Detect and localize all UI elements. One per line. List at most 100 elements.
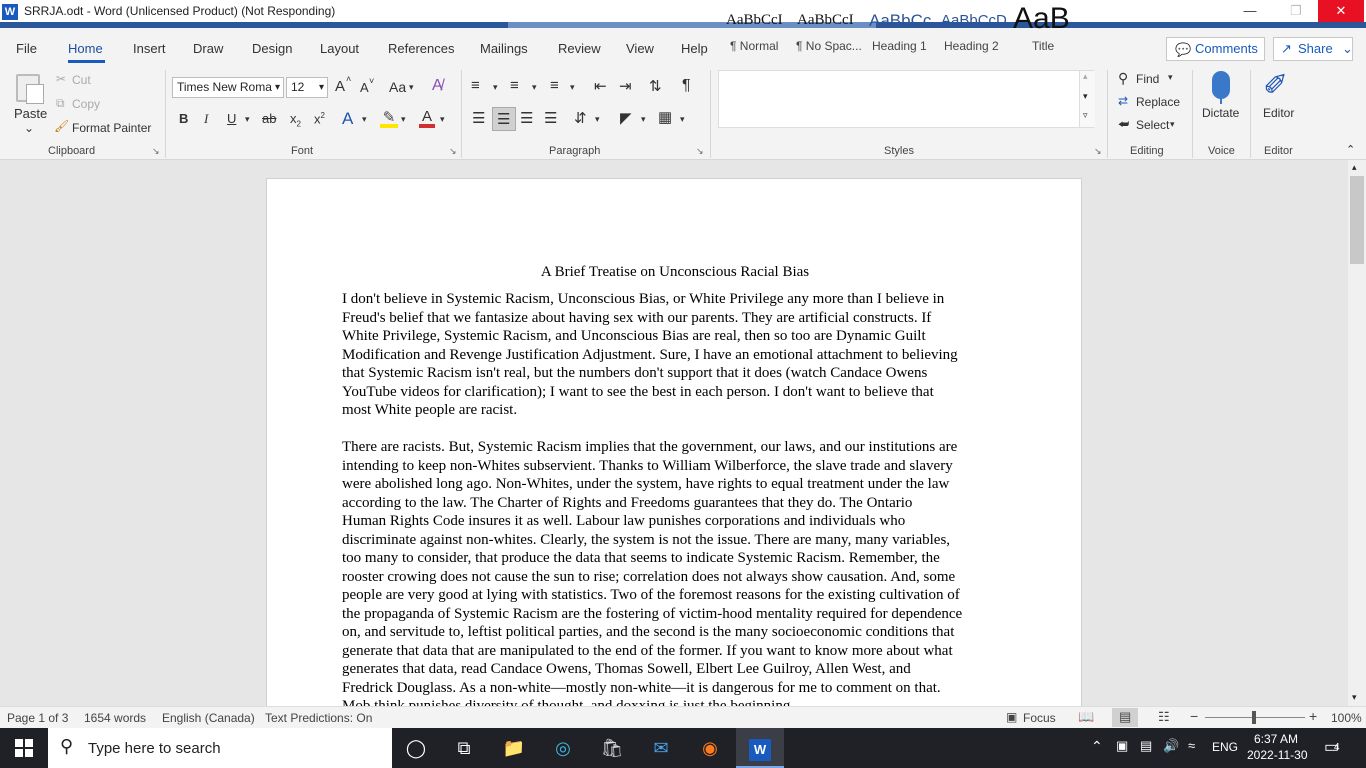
chevron-down-icon[interactable]: ▾ bbox=[409, 82, 414, 93]
focus-button[interactable]: Focus bbox=[1023, 711, 1056, 725]
find-button[interactable]: Find bbox=[1136, 72, 1159, 86]
justify-icon[interactable]: ☰ bbox=[544, 109, 557, 127]
tab-layout[interactable]: Layout bbox=[320, 41, 359, 56]
edge-icon[interactable]: ◎ bbox=[539, 728, 587, 768]
text-line[interactable]: rooster crowing does not cause the sun t… bbox=[342, 568, 1010, 587]
style-heading1-name[interactable]: Heading 1 bbox=[872, 39, 927, 53]
subscript-button[interactable]: x2 bbox=[290, 111, 301, 129]
paragraph-1[interactable]: I don't believe in Systemic Racism, Unco… bbox=[342, 290, 1010, 420]
tab-file[interactable]: File bbox=[16, 41, 37, 56]
style-heading2-preview[interactable]: AaBbCcD bbox=[941, 12, 1007, 29]
numbering-icon[interactable]: ≡ bbox=[510, 77, 519, 94]
mail-icon[interactable]: ✉ bbox=[637, 728, 685, 768]
style-heading2-name[interactable]: Heading 2 bbox=[944, 39, 999, 53]
text-line[interactable]: that Systemic Racism isn't real, but the… bbox=[342, 364, 1010, 383]
tab-draw[interactable]: Draw bbox=[193, 41, 223, 56]
firefox-icon[interactable]: ◉ bbox=[686, 728, 734, 768]
restore-button[interactable]: ❐ bbox=[1273, 0, 1319, 22]
zoom-in-icon[interactable]: + bbox=[1309, 708, 1317, 724]
tab-review[interactable]: Review bbox=[558, 41, 601, 56]
highlight-icon[interactable]: ✎ bbox=[380, 108, 398, 128]
multilevel-list-icon[interactable]: ≡ bbox=[550, 77, 559, 94]
clock-time[interactable]: 6:37 AM bbox=[1254, 732, 1298, 746]
text-predictions-status[interactable]: Text Predictions: On bbox=[265, 711, 372, 725]
task-view-icon[interactable]: ⧉ bbox=[440, 728, 488, 768]
scrollbar-thumb[interactable] bbox=[1350, 176, 1364, 264]
style-title-preview[interactable]: AaB bbox=[1013, 2, 1070, 36]
language-indicator-tray[interactable]: ENG bbox=[1212, 740, 1238, 754]
minimize-button[interactable]: — bbox=[1227, 0, 1273, 22]
zoom-slider-thumb[interactable] bbox=[1252, 711, 1256, 724]
bullets-icon[interactable]: ≡ bbox=[471, 77, 480, 94]
font-launcher-icon[interactable]: ↘ bbox=[449, 146, 457, 157]
chevron-down-icon[interactable]: ▾ bbox=[493, 82, 498, 93]
dictate-button[interactable]: Dictate bbox=[1202, 106, 1239, 120]
word-taskbar-icon[interactable]: W bbox=[736, 728, 784, 768]
meet-now-icon[interactable]: ▣ bbox=[1116, 738, 1128, 754]
tab-mailings[interactable]: Mailings bbox=[480, 41, 528, 56]
text-line[interactable]: Mob think punishes diversity of thought,… bbox=[342, 697, 1010, 706]
text-line[interactable]: Freud's belief that we fantasize about h… bbox=[342, 309, 1010, 328]
chevron-down-icon[interactable]: ▾ bbox=[532, 82, 537, 93]
file-explorer-icon[interactable]: 📁 bbox=[490, 728, 538, 768]
style-normal-preview[interactable]: AaBbCcI bbox=[726, 12, 783, 29]
document-title[interactable]: A Brief Treatise on Unconscious Racial B… bbox=[267, 264, 1083, 281]
paragraph-2[interactable]: There are racists. But, Systemic Racism … bbox=[342, 438, 1010, 706]
select-button[interactable]: Select bbox=[1136, 118, 1169, 132]
underline-button[interactable]: U bbox=[227, 111, 236, 126]
paste-icon[interactable] bbox=[12, 72, 46, 104]
wifi-icon[interactable]: ≈ bbox=[1188, 738, 1195, 753]
format-painter-button[interactable]: Format Painter bbox=[72, 121, 151, 135]
line-spacing-icon[interactable]: ⇵ bbox=[574, 109, 587, 127]
style-heading1-preview[interactable]: AaBbCc bbox=[869, 11, 931, 31]
styles-launcher-icon[interactable]: ↘ bbox=[1094, 146, 1102, 157]
text-line[interactable]: I don't believe in Systemic Racism, Unco… bbox=[342, 290, 1010, 309]
cut-button[interactable]: Cut bbox=[72, 73, 91, 87]
tab-view[interactable]: View bbox=[626, 41, 654, 56]
clock-date[interactable]: 2022-11-30 bbox=[1247, 748, 1308, 762]
comments-button[interactable]: 💬 Comments bbox=[1166, 37, 1265, 61]
replace-button[interactable]: Replace bbox=[1136, 95, 1180, 109]
document-canvas[interactable]: A Brief Treatise on Unconscious Racial B… bbox=[0, 160, 1348, 706]
text-line[interactable]: according to the law. The Charter of Rig… bbox=[342, 494, 1010, 513]
chevron-down-icon[interactable]: ▾ bbox=[245, 114, 250, 125]
chevron-down-icon[interactable]: ▾ bbox=[680, 114, 685, 125]
text-line[interactable]: people are very good at lying with stati… bbox=[342, 586, 1010, 605]
editor-pen-icon[interactable]: ✐ bbox=[1263, 68, 1288, 103]
superscript-button[interactable]: x2 bbox=[314, 111, 325, 126]
tab-home[interactable]: Home bbox=[68, 41, 103, 56]
styles-scroll[interactable]: ▴ ▾ ▿ bbox=[1079, 71, 1095, 127]
chevron-down-icon[interactable]: ▾ bbox=[1168, 72, 1173, 83]
text-line[interactable]: YouTube videos for clarification); I wan… bbox=[342, 383, 1010, 402]
text-line[interactable]: generates that data, read Candace Owens,… bbox=[342, 660, 1010, 679]
increase-indent-icon[interactable]: ⇥ bbox=[619, 77, 632, 95]
volume-icon[interactable]: 🔊 bbox=[1163, 738, 1179, 754]
show-paragraph-marks-icon[interactable]: ¶ bbox=[682, 77, 691, 95]
clipboard-launcher-icon[interactable]: ↘ bbox=[152, 146, 160, 157]
align-left-icon[interactable]: ☰ bbox=[472, 109, 485, 127]
text-line[interactable]: There are racists. But, Systemic Racism … bbox=[342, 438, 1010, 457]
font-size-combo[interactable]: 12 ▾ bbox=[286, 77, 328, 98]
text-line[interactable]: Human Rights Code insures it as well. La… bbox=[342, 512, 1010, 531]
chevron-up-icon[interactable]: ▴ bbox=[1083, 71, 1088, 82]
show-hidden-icons-icon[interactable]: ⌃ bbox=[1091, 738, 1103, 755]
style-title-name[interactable]: Title bbox=[1032, 39, 1054, 53]
page-indicator[interactable]: Page 1 of 3 bbox=[7, 711, 68, 725]
tab-insert[interactable]: Insert bbox=[133, 41, 166, 56]
text-line[interactable]: Fredrick Douglass. As a non-white—mostly… bbox=[342, 679, 1010, 698]
italic-button[interactable]: I bbox=[204, 111, 208, 127]
text-effects-button[interactable]: A bbox=[342, 109, 353, 129]
close-button[interactable]: ✕ bbox=[1318, 0, 1364, 22]
style-no-spacing-name[interactable]: ¶ No Spac... bbox=[796, 39, 862, 53]
change-case-button[interactable]: Aa bbox=[389, 79, 406, 95]
text-line[interactable]: generate that data that are manipulated … bbox=[342, 642, 1010, 661]
text-line[interactable]: the propaganda of Systemic Racism are th… bbox=[342, 605, 1010, 624]
zoom-level[interactable]: 100% bbox=[1331, 711, 1362, 725]
document-page[interactable]: A Brief Treatise on Unconscious Racial B… bbox=[266, 178, 1082, 706]
paragraph-launcher-icon[interactable]: ↘ bbox=[696, 146, 704, 157]
language-indicator[interactable]: English (Canada) bbox=[162, 711, 255, 725]
paste-button[interactable]: Paste bbox=[14, 106, 47, 121]
store-icon[interactable]: 🛍 bbox=[588, 728, 636, 768]
grow-font-button[interactable]: A bbox=[335, 78, 345, 95]
windows-start-icon[interactable] bbox=[0, 728, 48, 768]
